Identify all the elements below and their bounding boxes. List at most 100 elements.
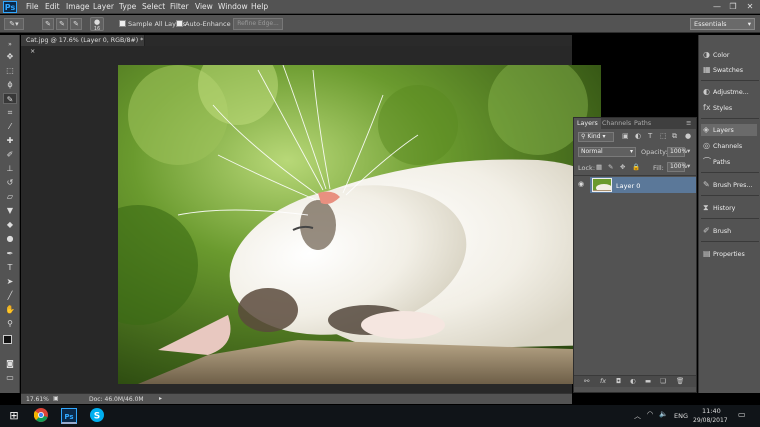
menu-view[interactable]: View [195,2,213,11]
adjustment-layer-icon[interactable]: ◐ [630,377,636,385]
move-tool-icon[interactable]: ✥ [3,51,17,62]
new-selection-icon[interactable]: ✎ [42,18,54,30]
layer-style-icon[interactable]: fx [600,377,606,385]
status-menu-arrow-icon[interactable]: ▸ [159,395,162,402]
sample-all-layers-checkbox[interactable] [119,20,126,27]
panel-collapse-icon[interactable]: » [3,39,17,50]
workspace-switcher[interactable]: Essentials ▾ [690,18,755,30]
menu-type[interactable]: Type [119,2,136,11]
language-indicator[interactable]: ENG [674,412,688,420]
brush-tool-icon[interactable]: ✐ [3,149,17,160]
dock-channels[interactable]: ◎ Channels [703,140,742,152]
visibility-eye-icon[interactable]: ◉ [578,180,584,188]
skype-icon[interactable]: S [89,408,105,424]
tab-channels[interactable]: Channels [599,118,634,129]
menu-file[interactable]: File [26,2,39,11]
add-mask-icon[interactable]: ◘ [616,377,621,385]
eraser-tool-icon[interactable]: ▱ [3,191,17,202]
clone-stamp-tool-icon[interactable]: ⊥ [3,163,17,174]
screen-mode-icon[interactable]: ▭ [3,372,17,383]
dock-color[interactable]: ◑ Color [703,49,729,61]
pen-tool-icon[interactable]: ✒ [3,248,17,259]
filter-pixel-icon[interactable]: ▣ [622,132,629,140]
notifications-icon[interactable]: ▭ [738,410,746,419]
quick-selection-tool-icon[interactable]: ✎ [3,93,17,104]
paint-bucket-tool-icon[interactable]: ▼ [3,205,17,216]
tray-chevron-icon[interactable]: ︿ [634,411,641,421]
status-icon[interactable]: ▣ [53,395,59,402]
panel-menu-icon[interactable]: ≡ [686,119,691,127]
menu-filter[interactable]: Filter [170,2,189,11]
filter-kind-select[interactable]: ⚲ Kind ▾ [578,132,614,142]
canvas-image[interactable] [118,65,601,384]
path-selection-tool-icon[interactable]: ➤ [3,276,17,287]
menu-select[interactable]: Select [142,2,165,11]
zoom-tool-icon[interactable]: ⚲ [3,318,17,329]
link-layers-icon[interactable]: ⚯ [584,377,589,385]
dock-swatches[interactable]: ▦ Swatches [703,64,743,76]
fill-input[interactable]: 100% [667,162,687,172]
menu-image[interactable]: Image [66,2,90,11]
delete-layer-icon[interactable]: 🗑 [676,377,684,385]
clock-time[interactable]: 11:40 [702,407,721,415]
menu-layer[interactable]: Layer [93,2,114,11]
dock-properties[interactable]: ▤ Properties [703,248,745,260]
lock-pixels-icon[interactable]: ✎ [608,163,613,171]
brush-picker[interactable]: ● 16 [90,17,104,32]
document-tab[interactable]: Cat.jpg @ 17.6% (Layer 0, RGB/8#) * × [21,35,145,55]
windows-start-icon[interactable]: ⊞ [6,408,22,424]
close-button[interactable]: ✕ [743,1,757,12]
blend-mode-select[interactable]: Normal ▾ [578,147,636,157]
photoshop-taskbar-icon[interactable]: Ps [61,408,77,424]
filter-smart-object-icon[interactable]: ⧉ [672,132,677,141]
dock-layers[interactable]: ◈ Layers [701,124,757,136]
chrome-icon[interactable] [33,408,49,424]
menu-window[interactable]: Window [218,2,248,11]
volume-icon[interactable]: 🔈 [659,410,668,418]
lock-position-icon[interactable]: ✥ [620,163,625,171]
dodge-tool-icon[interactable]: ● [3,233,17,244]
new-group-icon[interactable]: ▬ [645,377,651,385]
clock-date[interactable]: 29/08/2017 [693,417,728,424]
crop-tool-icon[interactable]: ⌗ [3,107,17,118]
layer-name[interactable]: Layer 0 [616,182,640,190]
filter-adjustment-icon[interactable]: ◐ [635,132,641,140]
opacity-dropdown-icon[interactable]: ▾ [687,147,690,155]
auto-enhance-checkbox[interactable] [176,20,183,27]
eyedropper-tool-icon[interactable]: ⁄ [3,121,17,132]
tab-paths[interactable]: Paths [631,118,654,129]
filter-toggle-icon[interactable]: ● [685,132,691,140]
subtract-from-selection-icon[interactable]: ✎ [70,18,82,30]
filter-type-icon[interactable]: T [648,132,652,140]
dock-brush-presets[interactable]: ✎ Brush Pres... [703,179,752,191]
history-brush-tool-icon[interactable]: ↺ [3,177,17,188]
zoom-level[interactable]: 17.61% [26,396,49,403]
lock-all-icon[interactable]: 🔒 [632,163,640,171]
restore-button[interactable]: ❐ [726,1,740,12]
healing-brush-tool-icon[interactable]: ✚ [3,135,17,146]
dock-history[interactable]: ⧗ History [703,202,735,214]
hand-tool-icon[interactable]: ✋ [3,304,17,315]
add-to-selection-icon[interactable]: ✎ [56,18,68,30]
quick-selection-tool-icon[interactable]: ✎▾ [4,18,24,30]
type-tool-icon[interactable]: T [3,262,17,273]
line-tool-icon[interactable]: ╱ [3,290,17,301]
foreground-color-swatch[interactable] [3,335,12,344]
lasso-tool-icon[interactable]: ϕ [3,79,17,90]
menu-edit[interactable]: Edit [45,2,60,11]
wifi-icon[interactable]: ◠ [647,410,653,418]
menu-help[interactable]: Help [251,2,268,11]
lock-transparency-icon[interactable]: ▦ [596,163,602,171]
marquee-tool-icon[interactable]: ⬚ [3,65,17,76]
close-tab-icon[interactable]: × [30,48,35,55]
blur-tool-icon[interactable]: ◆ [3,219,17,230]
dock-brush[interactable]: ✐ Brush [703,225,731,237]
opacity-input[interactable]: 100% [667,147,687,157]
dock-styles[interactable]: fx Styles [703,102,732,114]
filter-shape-icon[interactable]: ⬚ [660,132,667,140]
dock-paths[interactable]: ⌒ Paths [703,156,730,168]
dock-adjustments[interactable]: ◐ Adjustme... [703,86,749,98]
minimize-button[interactable]: — [710,1,724,12]
tab-layers[interactable]: Layers [574,118,601,129]
new-layer-icon[interactable]: ❏ [660,377,666,385]
